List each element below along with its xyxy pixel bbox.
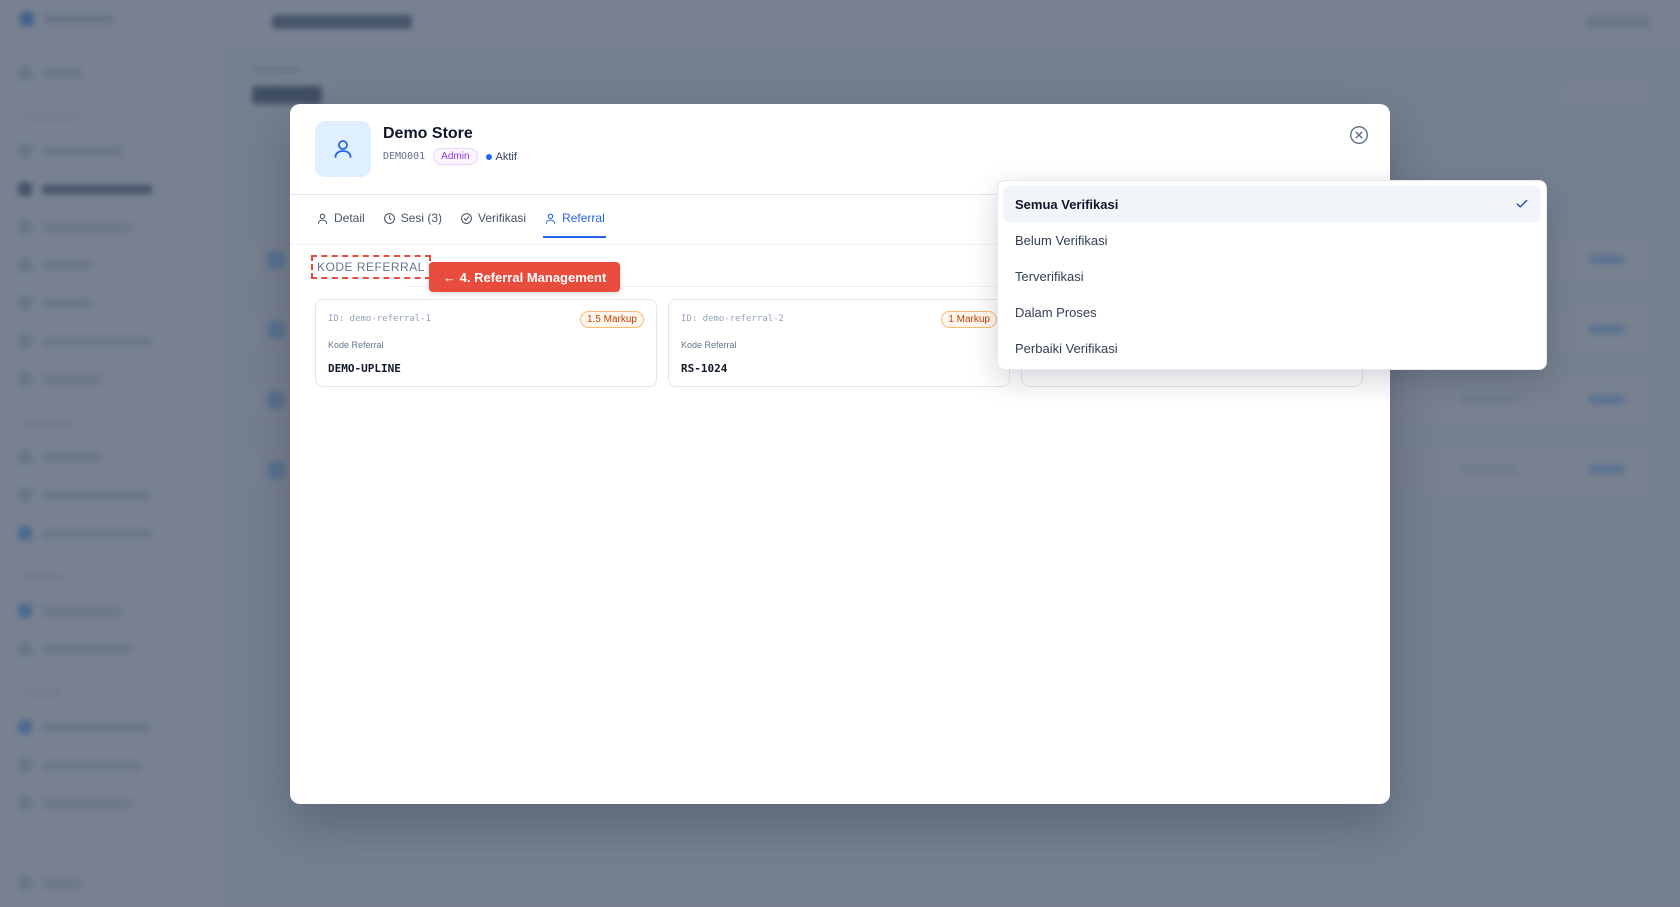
modal-tabs: Detail Sesi (3) Verifikasi Referral bbox=[315, 208, 606, 240]
user-icon bbox=[545, 213, 556, 224]
referral-code: RS-1024 bbox=[681, 362, 728, 375]
referral-id: ID: demo-referral-2 bbox=[681, 314, 784, 324]
status-dot-icon bbox=[485, 153, 492, 160]
tab-label: Verifikasi bbox=[478, 211, 527, 225]
markup-badge: 1 Markup bbox=[941, 311, 997, 328]
store-code: DEMO001 bbox=[383, 151, 426, 162]
referral-code-label: Kode Referral bbox=[681, 340, 737, 350]
tab-sesi[interactable]: Sesi (3) bbox=[382, 208, 443, 236]
tab-label: Detail bbox=[334, 211, 365, 225]
user-icon bbox=[317, 213, 328, 224]
dropdown-option-perbaiki-verifikasi[interactable]: Perbaiki Verifikasi bbox=[1003, 330, 1541, 366]
dropdown-option-dalam-proses[interactable]: Dalam Proses bbox=[1003, 294, 1541, 330]
store-meta: DEMO001 Admin Aktif bbox=[383, 148, 517, 165]
verification-filter-dropdown: Semua Verifikasi Belum Verifikasi Terver… bbox=[997, 180, 1547, 370]
dropdown-option-semua-verifikasi[interactable]: Semua Verifikasi bbox=[1003, 186, 1541, 222]
status-badge: Aktif bbox=[485, 150, 517, 163]
avatar bbox=[315, 121, 371, 177]
section-label-kode-referral: KODE REFERRAL bbox=[311, 255, 431, 279]
referral-card[interactable]: ID: demo-referral-1 1.5 Markup Kode Refe… bbox=[315, 299, 657, 387]
referral-id: ID: demo-referral-1 bbox=[328, 314, 431, 324]
option-label: Semua Verifikasi bbox=[1015, 196, 1119, 212]
option-label: Belum Verifikasi bbox=[1015, 232, 1108, 248]
check-circle-icon bbox=[461, 212, 472, 224]
tab-referral[interactable]: Referral bbox=[543, 208, 606, 238]
tab-label: Sesi (3) bbox=[400, 211, 443, 225]
tab-detail[interactable]: Detail bbox=[315, 208, 366, 236]
option-label: Perbaiki Verifikasi bbox=[1015, 340, 1118, 356]
markup-badge: 1.5 Markup bbox=[579, 311, 644, 328]
check-icon bbox=[1516, 199, 1528, 208]
role-badge: Admin bbox=[433, 148, 478, 165]
store-name: Demo Store bbox=[383, 125, 473, 142]
tab-label: Referral bbox=[562, 211, 605, 225]
dropdown-option-belum-verifikasi[interactable]: Belum Verifikasi bbox=[1003, 222, 1541, 258]
referral-code: DEMO-UPLINE bbox=[328, 362, 401, 375]
clock-icon bbox=[383, 212, 395, 224]
referral-code-label: Kode Referral bbox=[328, 340, 384, 350]
dropdown-option-terverifikasi[interactable]: Terverifikasi bbox=[1003, 258, 1541, 294]
option-label: Terverifikasi bbox=[1015, 268, 1084, 284]
referral-card[interactable]: ID: demo-referral-2 1 Markup Kode Referr… bbox=[668, 299, 1010, 387]
status-text: Aktif bbox=[495, 150, 517, 163]
close-icon[interactable] bbox=[1348, 124, 1370, 146]
option-label: Dalam Proses bbox=[1015, 304, 1097, 320]
annotation-callout: ← 4. Referral Management bbox=[429, 262, 621, 292]
user-icon bbox=[334, 140, 352, 158]
tab-verifikasi[interactable]: Verifikasi bbox=[459, 208, 527, 236]
